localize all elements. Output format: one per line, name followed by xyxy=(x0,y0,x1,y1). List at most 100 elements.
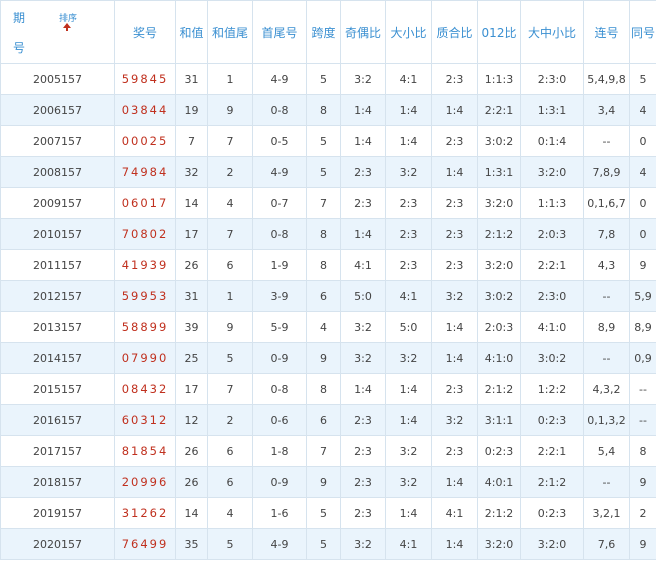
cell-consecutive: 4,3 xyxy=(583,249,630,281)
cell-first-last: 0-8 xyxy=(252,218,307,250)
table-row: 2019157 31262 14 4 1-6 5 2:3 1:4 4:1 2:1:2 0:2:3 3,… xyxy=(0,497,656,529)
table-row: 2013157 58899 39 9 5-9 4 3:2 5:0 1:4 2:0:3 4:1:0 8,… xyxy=(0,311,656,343)
cell-012-ratio: 1:3:1 xyxy=(477,156,521,188)
cell-big-mid-small-ratio: 3:2:0 xyxy=(520,156,584,188)
cell-same-number: -- xyxy=(629,404,656,436)
cell-big-mid-small-ratio: 4:1:0 xyxy=(520,311,584,343)
cell-big-small-ratio: 2:3 xyxy=(385,187,432,219)
cell-sum: 31 xyxy=(175,280,208,312)
cell-big-small-ratio: 4:1 xyxy=(385,280,432,312)
cell-first-last: 4-9 xyxy=(252,63,307,95)
cell-consecutive: 5,4 xyxy=(583,435,630,467)
cell-big-mid-small-ratio: 1:2:2 xyxy=(520,373,584,405)
cell-sum: 14 xyxy=(175,187,208,219)
cell-period: 2005157 xyxy=(0,63,115,95)
cell-first-last: 1-6 xyxy=(252,497,307,529)
cell-012-ratio: 4:1:0 xyxy=(477,342,521,374)
cell-period: 2010157 xyxy=(0,218,115,250)
table-row: 2011157 41939 26 6 1-9 8 4:1 2:3 2:3 3:2:0 2:2:1 4,… xyxy=(0,249,656,281)
cell-big-small-ratio: 3:2 xyxy=(385,156,432,188)
cell-period: 2015157 xyxy=(0,373,115,405)
cell-span: 8 xyxy=(306,249,341,281)
cell-odd-even-ratio: 1:4 xyxy=(340,373,386,405)
cell-odd-even-ratio: 2:3 xyxy=(340,187,386,219)
cell-same-number: 2 xyxy=(629,497,656,529)
cell-big-mid-small-ratio: 2:1:2 xyxy=(520,466,584,498)
cell-span: 5 xyxy=(306,156,341,188)
cell-consecutive: -- xyxy=(583,342,630,374)
cell-sum-tail: 1 xyxy=(207,63,253,95)
cell-odd-even-ratio: 4:1 xyxy=(340,249,386,281)
cell-draw-number: 06017 xyxy=(114,187,176,219)
cell-first-last: 0-8 xyxy=(252,94,307,126)
cell-first-last: 1-9 xyxy=(252,249,307,281)
cell-sum: 26 xyxy=(175,466,208,498)
cell-first-last: 0-9 xyxy=(252,342,307,374)
cell-sum: 35 xyxy=(175,528,208,560)
header-012-ratio: 012比 xyxy=(477,0,521,64)
cell-big-small-ratio: 1:4 xyxy=(385,497,432,529)
cell-consecutive: 7,6 xyxy=(583,528,630,560)
cell-sum-tail: 2 xyxy=(207,404,253,436)
cell-sum: 31 xyxy=(175,63,208,95)
cell-big-mid-small-ratio: 2:3:0 xyxy=(520,63,584,95)
cell-draw-number: 41939 xyxy=(114,249,176,281)
cell-draw-number: 74984 xyxy=(114,156,176,188)
cell-prime-composite-ratio: 3:2 xyxy=(431,404,478,436)
cell-first-last: 0-6 xyxy=(252,404,307,436)
table-row: 2017157 81854 26 6 1-8 7 2:3 3:2 2:3 0:2:3 2:2:1 5,… xyxy=(0,435,656,467)
cell-odd-even-ratio: 1:4 xyxy=(340,218,386,250)
cell-prime-composite-ratio: 2:3 xyxy=(431,218,478,250)
cell-prime-composite-ratio: 2:3 xyxy=(431,187,478,219)
cell-big-mid-small-ratio: 0:1:4 xyxy=(520,125,584,157)
cell-consecutive: 5,4,9,8 xyxy=(583,63,630,95)
cell-first-last: 4-9 xyxy=(252,528,307,560)
cell-draw-number: 08432 xyxy=(114,373,176,405)
cell-big-small-ratio: 4:1 xyxy=(385,528,432,560)
cell-sum: 25 xyxy=(175,342,208,374)
cell-same-number: 5 xyxy=(629,63,656,95)
cell-consecutive: 7,8,9 xyxy=(583,156,630,188)
cell-sum-tail: 7 xyxy=(207,218,253,250)
cell-odd-even-ratio: 1:4 xyxy=(340,94,386,126)
cell-odd-even-ratio: 1:4 xyxy=(340,125,386,157)
cell-odd-even-ratio: 2:3 xyxy=(340,156,386,188)
cell-big-mid-small-ratio: 3:0:2 xyxy=(520,342,584,374)
cell-sum: 17 xyxy=(175,218,208,250)
cell-sum: 12 xyxy=(175,404,208,436)
cell-012-ratio: 3:1:1 xyxy=(477,404,521,436)
header-span: 跨度 xyxy=(306,0,341,64)
cell-period: 2012157 xyxy=(0,280,115,312)
cell-draw-number: 60312 xyxy=(114,404,176,436)
cell-period: 2007157 xyxy=(0,125,115,157)
header-big-small-ratio: 大小比 xyxy=(385,0,432,64)
cell-period: 2014157 xyxy=(0,342,115,374)
cell-odd-even-ratio: 3:2 xyxy=(340,342,386,374)
cell-sum-tail: 7 xyxy=(207,125,253,157)
cell-012-ratio: 2:0:3 xyxy=(477,311,521,343)
cell-big-small-ratio: 3:2 xyxy=(385,466,432,498)
cell-big-mid-small-ratio: 0:2:3 xyxy=(520,497,584,529)
cell-sum: 39 xyxy=(175,311,208,343)
cell-sum: 7 xyxy=(175,125,208,157)
cell-big-mid-small-ratio: 2:2:1 xyxy=(520,435,584,467)
cell-same-number: 0 xyxy=(629,125,656,157)
cell-sum-tail: 7 xyxy=(207,373,253,405)
cell-012-ratio: 2:1:2 xyxy=(477,497,521,529)
cell-012-ratio: 0:2:3 xyxy=(477,435,521,467)
header-prime-composite-ratio: 质合比 xyxy=(431,0,478,64)
cell-period: 2019157 xyxy=(0,497,115,529)
sort-arrow-stem-icon xyxy=(66,28,68,31)
cell-same-number: 0 xyxy=(629,187,656,219)
cell-draw-number: 59953 xyxy=(114,280,176,312)
cell-same-number: -- xyxy=(629,373,656,405)
table-row: 2010157 70802 17 7 0-8 8 1:4 2:3 2:3 2:1:2 2:0:3 7,… xyxy=(0,218,656,250)
cell-consecutive: 4,3,2 xyxy=(583,373,630,405)
table-row: 2020157 76499 35 5 4-9 5 3:2 4:1 1:4 3:2:0 3:2:0 7,… xyxy=(0,528,656,560)
cell-period: 2018157 xyxy=(0,466,115,498)
cell-prime-composite-ratio: 1:4 xyxy=(431,466,478,498)
cell-span: 6 xyxy=(306,280,341,312)
cell-span: 5 xyxy=(306,63,341,95)
cell-big-small-ratio: 1:4 xyxy=(385,404,432,436)
cell-sum: 26 xyxy=(175,249,208,281)
